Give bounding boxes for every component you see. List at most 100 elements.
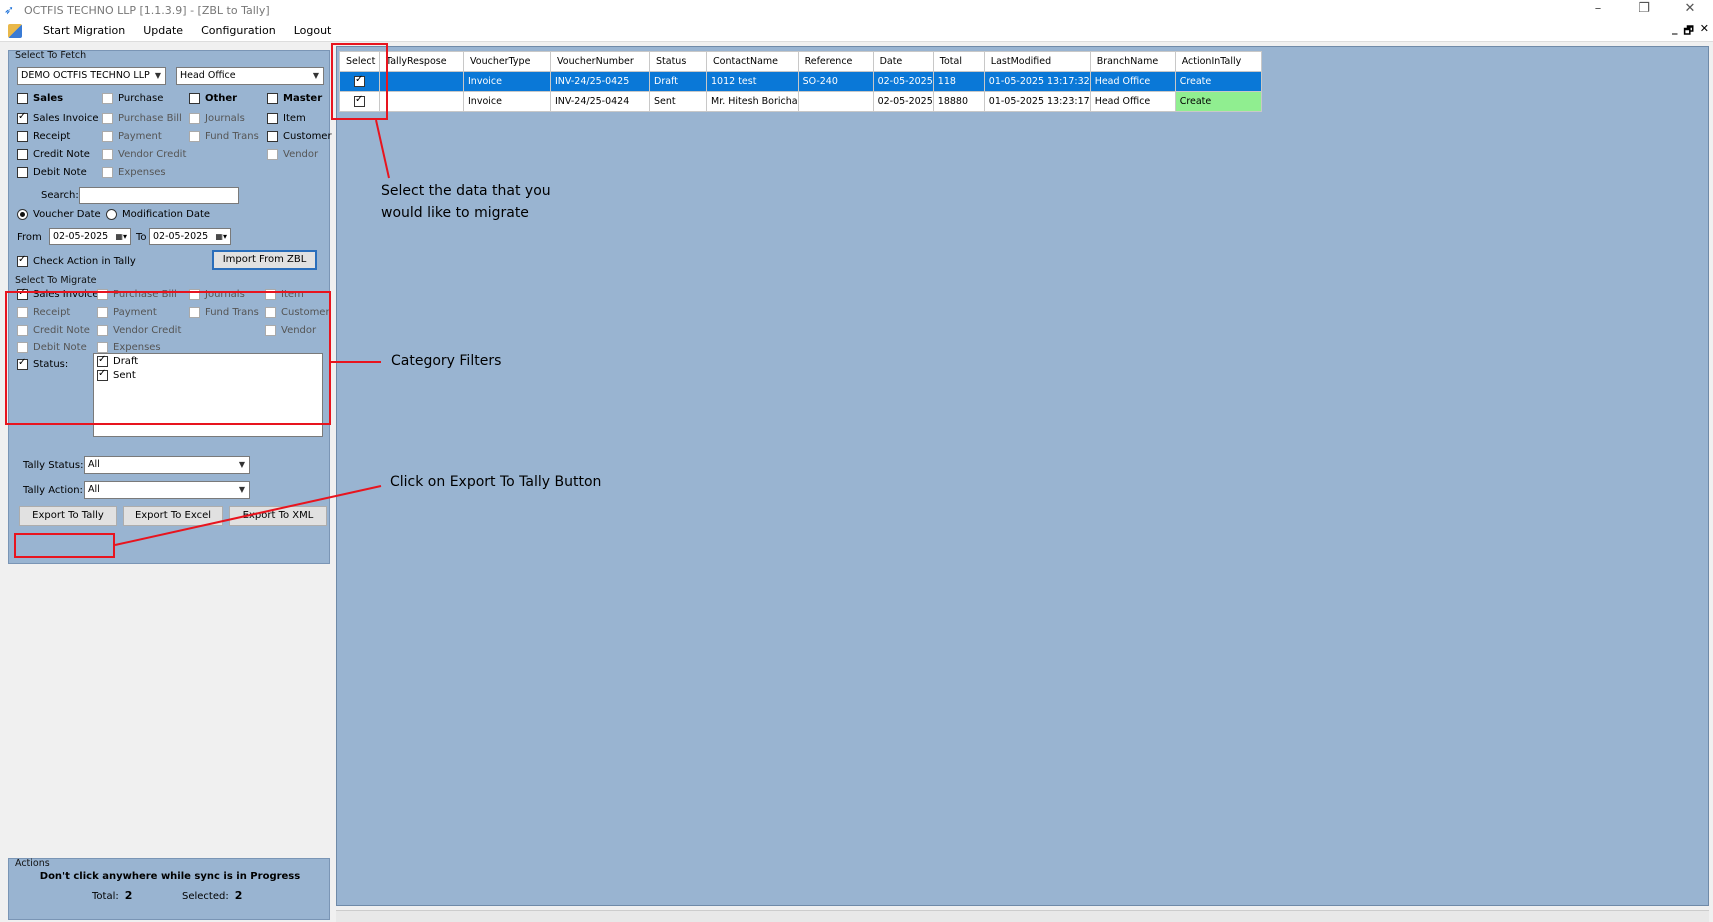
col-vouchertype[interactable]: VoucherType (463, 51, 551, 72)
col-status[interactable]: Status (649, 51, 707, 72)
fetch-other-checkbox[interactable]: Other (189, 93, 237, 104)
fetch-purchase-checkbox[interactable]: Purchase (102, 93, 163, 104)
checkbox-box (17, 149, 28, 160)
branch-select-value: Head Office (180, 70, 236, 81)
fetch-purchase-bill-checkbox[interactable]: Purchase Bill (102, 113, 182, 124)
col-branchname[interactable]: BranchName (1089, 51, 1176, 72)
fetch-fund-trans-checkbox[interactable]: Fund Trans (189, 131, 259, 142)
fetch-vendor-credit-checkbox[interactable]: Vendor Credit (102, 149, 186, 160)
export-to-xml-button[interactable]: Export To XML (229, 506, 327, 526)
mdi-restore-icon[interactable]: 🗗 (1683, 22, 1693, 41)
cell-branchname: Head Office (1089, 91, 1176, 112)
restore-icon[interactable]: ❐ (1621, 0, 1667, 20)
to-date-picker[interactable]: 02-05-2025 ▦▾ (149, 228, 231, 245)
select-column-highlight (331, 43, 388, 120)
branch-select[interactable]: Head Office ▼ (176, 67, 324, 85)
checkbox-box (17, 111, 28, 124)
voucher-date-radio[interactable]: Voucher Date (17, 209, 101, 220)
selected-value: 2 (234, 889, 243, 902)
select-data-annotation: Select the data that you would like to m… (381, 180, 551, 224)
checkbox-label: Receipt (33, 131, 71, 142)
col-date[interactable]: Date (872, 51, 934, 72)
search-input[interactable] (79, 187, 239, 204)
from-date-picker[interactable]: 02-05-2025 ▦▾ (49, 228, 131, 245)
tally-action-label: Tally Action: (23, 485, 83, 496)
fetch-item-checkbox[interactable]: Item (267, 113, 306, 124)
modification-date-radio[interactable]: Modification Date (106, 209, 210, 220)
tally-action-select[interactable]: All ▼ (84, 481, 250, 499)
checkbox-box (189, 93, 200, 104)
checkbox-label: Customer (283, 131, 332, 142)
cell-total: 18880 (932, 91, 985, 112)
fetch-debit-note-checkbox[interactable]: Debit Note (17, 167, 87, 178)
radio-label: Modification Date (122, 209, 211, 220)
cell-contactname: 1012 test (706, 71, 799, 92)
window-title: OCTFIS TECHNO LLP [1.1.3.9] - [ZBL to Ta… (24, 3, 270, 17)
checkbox-box (267, 113, 278, 124)
cell-total: 118 (932, 71, 985, 92)
checkbox-label: Payment (118, 131, 162, 142)
col-actionintally[interactable]: ActionInTally (1174, 51, 1262, 72)
export-to-tally-button[interactable]: Export To Tally (19, 506, 117, 526)
menu-start-migration[interactable]: Start Migration (34, 20, 134, 42)
mdi-minimize-icon[interactable]: _ (1672, 22, 1678, 41)
category-filters-annotation: Category Filters (391, 353, 502, 369)
checkbox-label: Debit Note (33, 167, 87, 178)
fetch-master-checkbox[interactable]: Master (267, 93, 322, 104)
col-reference[interactable]: Reference (797, 51, 874, 72)
fetch-customer-checkbox[interactable]: Customer (267, 131, 332, 142)
cell-vouchernumber: INV-24/25-0424 (550, 91, 650, 112)
cell-branchname: Head Office (1089, 71, 1176, 92)
migrate-group-title: Select To Migrate (15, 275, 97, 286)
checkbox-label: Sales Invoice (33, 113, 99, 124)
check-action-in-tally-checkbox[interactable]: Check Action in Tally (17, 254, 136, 267)
col-tallyrespose[interactable]: TallyRespose (379, 51, 464, 72)
checkbox-box (102, 149, 113, 160)
col-contactname[interactable]: ContactName (706, 51, 799, 72)
checkbox-box (102, 167, 113, 178)
company-select-value: DEMO OCTFIS TECHNO LLP (21, 70, 150, 81)
fetch-vendor-checkbox[interactable]: Vendor (267, 149, 318, 160)
total-value: 2 (124, 889, 133, 902)
cell-lastmodified: 01-05-2025 13:23:17 (983, 91, 1091, 112)
table-row[interactable]: Invoice INV-24/25-0425 Draft 1012 test S… (339, 71, 1262, 92)
checkbox-box (102, 93, 113, 104)
menu-update[interactable]: Update (134, 20, 192, 42)
chevron-down-icon: ▼ (238, 460, 245, 469)
fetch-expenses-checkbox[interactable]: Expenses (102, 167, 166, 178)
company-select[interactable]: DEMO OCTFIS TECHNO LLP ▼ (17, 67, 166, 85)
checkbox-label: Master (283, 93, 323, 104)
cell-status: Sent (649, 91, 707, 112)
fetch-receipt-checkbox[interactable]: Receipt (17, 131, 70, 142)
fetch-sales-checkbox[interactable]: Sales (17, 93, 63, 104)
total-label: Total: (92, 891, 119, 902)
col-vouchernumber[interactable]: VoucherNumber (550, 51, 650, 72)
select-data-annotation-line2: would like to migrate (381, 205, 529, 221)
tally-status-select[interactable]: All ▼ (84, 456, 250, 474)
cell-date: 02-05-2025 (872, 91, 934, 112)
menu-logout[interactable]: Logout (285, 20, 341, 42)
fetch-journals-checkbox[interactable]: Journals (189, 113, 245, 124)
col-total[interactable]: Total (932, 51, 985, 72)
grid-header-row: Select TallyRespose VoucherType VoucherN… (339, 51, 1262, 72)
fetch-sales-invoice-checkbox[interactable]: Sales Invoice (17, 111, 99, 124)
checkbox-box (17, 254, 28, 267)
from-label: From (17, 232, 42, 243)
minimize-icon[interactable]: – (1575, 0, 1621, 20)
cell-lastmodified: 01-05-2025 13:17:32 (983, 71, 1091, 92)
cell-reference: SO-240 (797, 71, 874, 92)
mdi-window-icon[interactable] (8, 23, 22, 38)
export-tally-annotation: Click on Export To Tally Button (390, 474, 602, 490)
mdi-close-icon[interactable]: ✕ (1700, 22, 1709, 41)
export-to-excel-button[interactable]: Export To Excel (123, 506, 223, 526)
col-lastmodified[interactable]: LastModified (983, 51, 1091, 72)
fetch-credit-note-checkbox[interactable]: Credit Note (17, 149, 90, 160)
import-from-zbl-button[interactable]: Import From ZBL (212, 250, 317, 270)
fetch-payment-checkbox[interactable]: Payment (102, 131, 162, 142)
close-icon[interactable]: ✕ (1667, 0, 1713, 20)
table-row[interactable]: Invoice INV-24/25-0424 Sent Mr. Hitesh B… (339, 91, 1262, 112)
checkbox-box (17, 93, 28, 104)
cell-status: Draft (649, 71, 707, 92)
chevron-down-icon: ▼ (154, 71, 161, 80)
menu-configuration[interactable]: Configuration (192, 20, 285, 42)
